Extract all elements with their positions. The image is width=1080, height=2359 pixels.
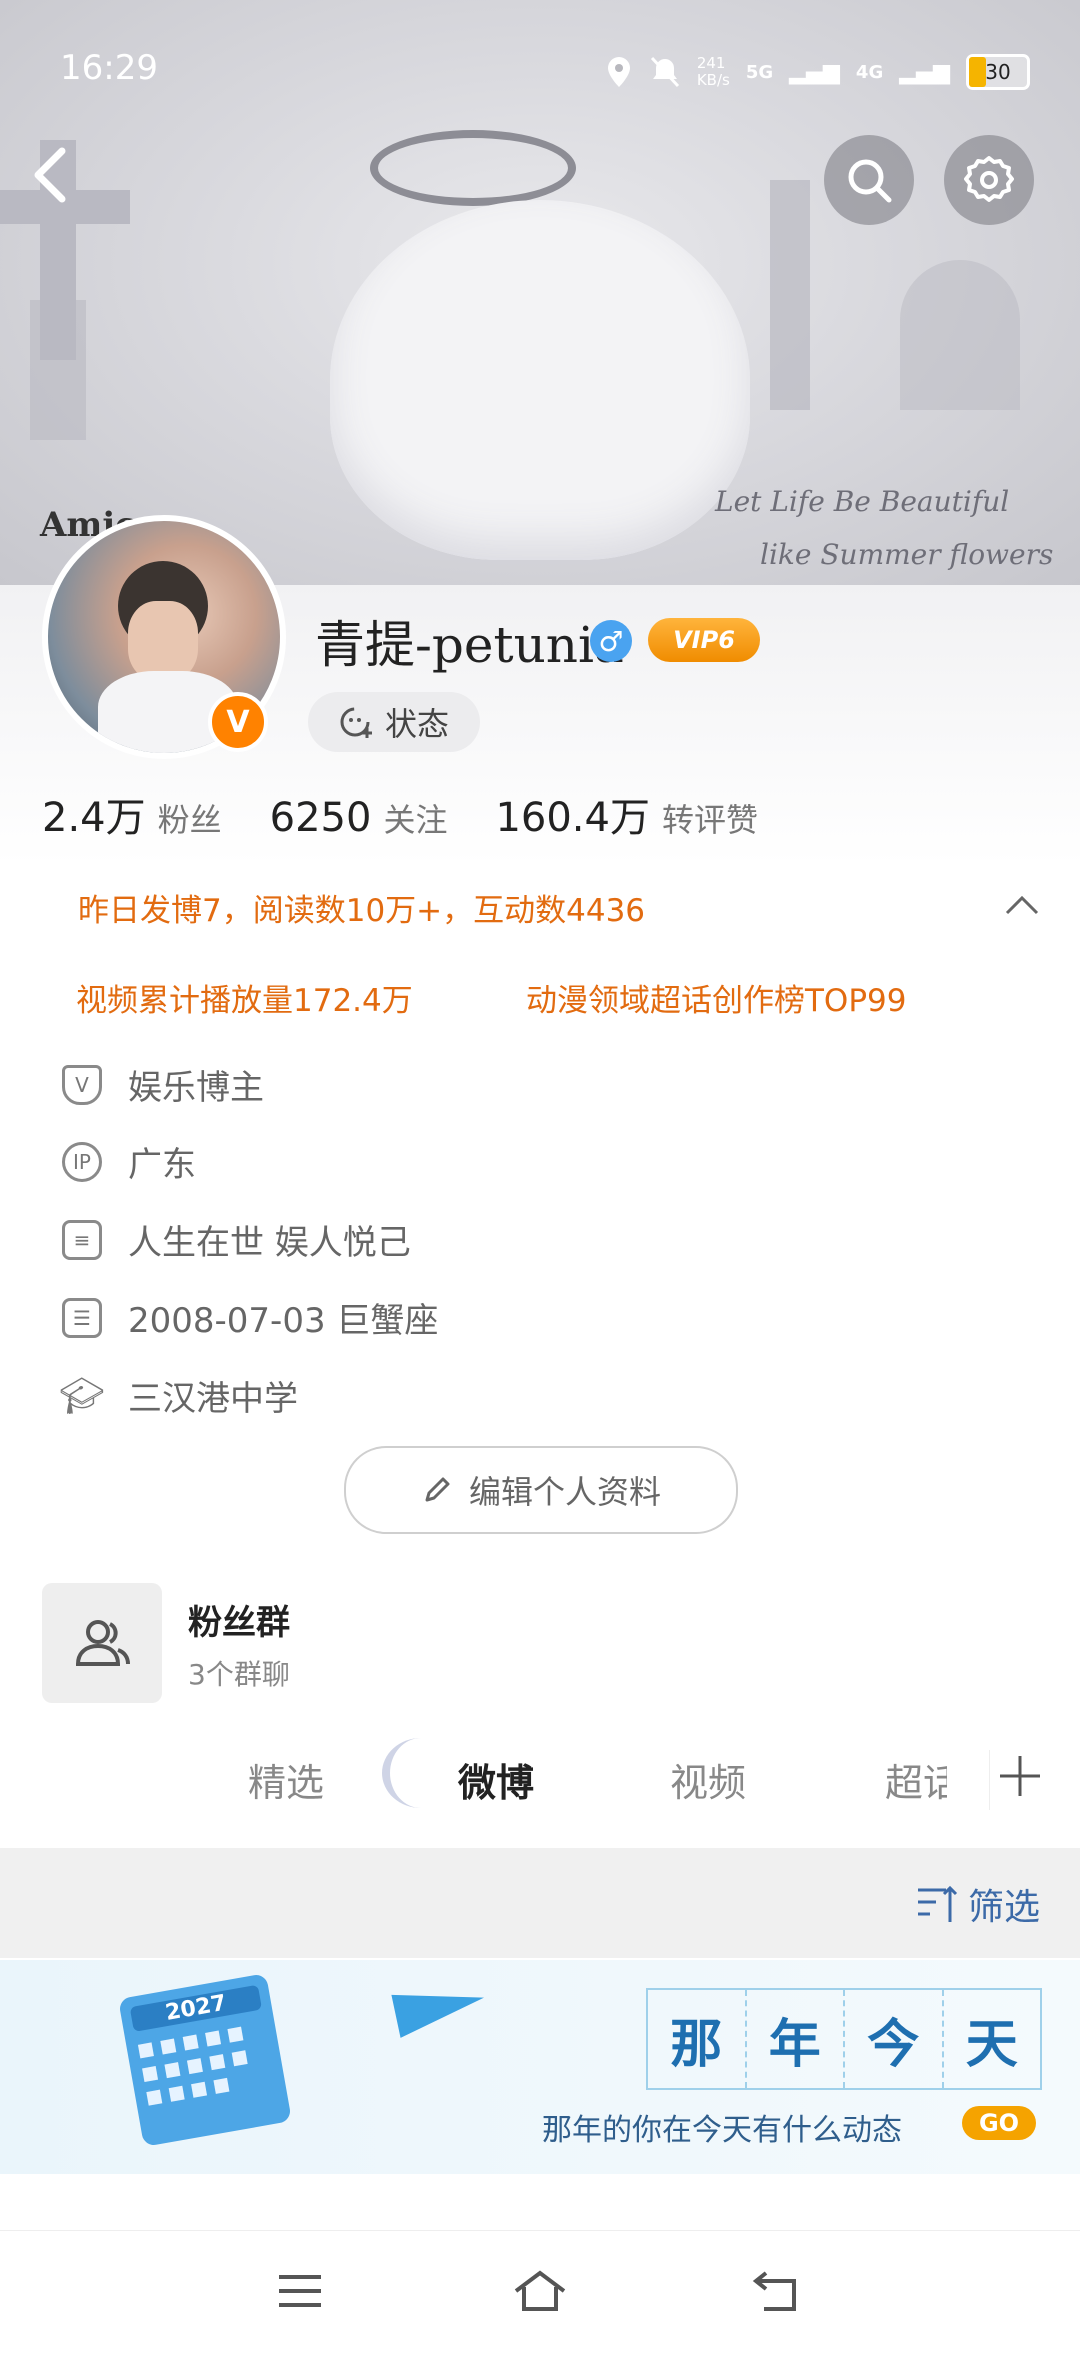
search-icon <box>848 159 892 203</box>
yesterday-summary[interactable]: 昨日发博7，阅读数10万+，互动数4436 <box>78 885 645 930</box>
settings-button[interactable] <box>944 135 1034 225</box>
following-count: 6250 <box>269 795 372 841</box>
profile-name: 青提-petunia <box>315 616 624 674</box>
signal-4g: 4G <box>855 61 884 83</box>
status-button[interactable]: 状态 <box>308 692 480 752</box>
info-ip: IP 广东 <box>62 1137 196 1186</box>
stats-row: 2.4万 粉丝 6250 关注 160.4万 转评赞 <box>42 785 758 843</box>
back-button[interactable] <box>30 145 90 215</box>
content-tabs: 精选 微博 视频 超话 <box>0 1730 1080 1830</box>
promo-subtitle: 那年的你在今天有什么动态 <box>542 2113 902 2148</box>
net-speed: 241 KB/s <box>696 54 730 89</box>
calendar-illustration: 2027 ■ ■ ■ ■ ■ ■ ■ ■ ■ ■ ■ ■ ■ ■ <box>118 1973 292 2147</box>
fan-group-title[interactable]: 粉丝群 <box>188 1595 290 1644</box>
promo-title-char: 今 <box>845 1990 944 2088</box>
filter-icon <box>917 1885 958 1922</box>
vip-badge[interactable]: VIP6 <box>648 618 760 662</box>
info-ip-text: 广东 <box>128 1145 196 1185</box>
info-birthday: ☰ 2008-07-03 巨蟹座 <box>62 1293 438 1342</box>
tab-featured[interactable]: 精选 <box>248 1752 324 1807</box>
edit-profile-label: 编辑个人资料 <box>468 1473 661 1511</box>
avatar-face <box>128 601 198 681</box>
interactions-label: 转评赞 <box>661 801 758 839</box>
status-icons: 241 KB/s 5G ▂▄▆ 4G ▂▄▆ 30 <box>605 50 1030 94</box>
status-label: 状态 <box>384 705 449 743</box>
cross-decoration <box>30 300 86 440</box>
following-label: 关注 <box>383 801 448 839</box>
followers-stat[interactable]: 2.4万 粉丝 <box>42 785 222 843</box>
promo-title: 那 年 今 天 <box>646 1988 1042 2090</box>
gear-icon <box>964 156 1014 202</box>
bear-illustration <box>330 200 750 560</box>
graduation-cap-icon: 🎓︎ <box>59 1375 105 1417</box>
ranking-badge[interactable]: 动漫领域超话创作榜TOP99 <box>526 975 906 1020</box>
go-button[interactable]: GO <box>962 2106 1036 2140</box>
add-status-icon <box>340 707 372 738</box>
interactions-stat[interactable]: 160.4万 转评赞 <box>495 785 758 843</box>
tombstone-decoration <box>900 260 1020 410</box>
handwriting-line-1: Let Life Be Beautiful <box>715 485 1010 518</box>
plus-icon <box>1000 1756 1040 1796</box>
chevron-up-icon[interactable] <box>1004 885 1040 921</box>
interactions-count: 160.4万 <box>495 795 650 841</box>
info-identity-text: 娱乐博主 <box>128 1068 264 1108</box>
male-icon: ♂ <box>590 620 632 662</box>
tab-video[interactable]: 视频 <box>670 1752 746 1807</box>
info-school-text: 三汉港中学 <box>128 1379 298 1419</box>
menu-icon[interactable] <box>270 2269 330 2319</box>
signal-bars-icon: ▂▄▆ <box>789 59 840 85</box>
system-nav-bar <box>0 2230 1080 2359</box>
add-tab-button[interactable] <box>989 1750 1050 1810</box>
info-identity: V 娱乐博主 <box>62 1060 264 1109</box>
promo-title-char: 天 <box>965 2013 1018 2075</box>
edit-profile-button[interactable]: 编辑个人资料 <box>344 1446 738 1534</box>
info-school: 🎓︎ 三汉港中学 <box>59 1371 298 1420</box>
promo-title-char: 那 <box>648 1990 747 2088</box>
promo-title-char: 年 <box>747 1990 845 2088</box>
shield-v-icon: V <box>62 1064 102 1105</box>
tab-weibo[interactable]: 微博 <box>458 1752 534 1807</box>
pencil-icon <box>425 1477 450 1502</box>
battery-level: 30 <box>985 60 1011 84</box>
tab-supertopic[interactable]: 超话 <box>885 1752 947 1807</box>
verified-badge: V <box>208 692 268 752</box>
document-icon: ≡ <box>62 1219 102 1260</box>
location-icon <box>607 57 630 87</box>
home-icon[interactable] <box>510 2269 570 2319</box>
cross-decoration <box>770 180 810 410</box>
followers-label: 粉丝 <box>157 801 222 839</box>
filter-button[interactable]: 筛选 <box>916 1878 1040 1930</box>
moon-decoration <box>382 1738 460 1808</box>
back-nav-icon[interactable] <box>748 2269 808 2319</box>
fan-group-subtitle: 3个群聊 <box>188 1658 290 1691</box>
video-play-count[interactable]: 视频累计播放量172.4万 <box>76 975 413 1020</box>
search-button[interactable] <box>824 135 914 225</box>
calendar-icon: ☰ <box>62 1297 102 1338</box>
group-icon <box>75 1620 130 1666</box>
battery-icon: 30 <box>966 54 1030 90</box>
halo-decoration <box>370 130 576 206</box>
signal-5g: 5G <box>745 61 774 83</box>
clock: 16:29 <box>60 48 158 88</box>
ip-location-icon: IP <box>62 1141 102 1182</box>
chevron-left-icon <box>34 147 66 203</box>
calendar-grid: ■ ■ ■ ■ ■ ■ ■ ■ ■ ■ ■ ■ ■ ■ <box>135 2022 250 2109</box>
followers-count: 2.4万 <box>42 795 146 841</box>
following-stat[interactable]: 6250 关注 <box>270 795 448 841</box>
fan-group-icon-box[interactable] <box>42 1583 162 1703</box>
handwriting-line-2: like Summer flowers <box>760 538 1054 571</box>
status-bar: 16:29 241 KB/s 5G ▂▄▆ 4G ▂▄▆ 30 <box>0 0 1080 110</box>
mute-bell-icon <box>650 56 679 88</box>
info-bio: ≡ 人生在世 娱人悦己 <box>62 1215 411 1264</box>
signal-bars-icon: ▂▄▆ <box>899 59 950 85</box>
filter-label: 筛选 <box>967 1887 1040 1928</box>
info-birthday-text: 2008-07-03 巨蟹座 <box>128 1301 439 1341</box>
info-bio-text: 人生在世 娱人悦己 <box>128 1223 411 1263</box>
